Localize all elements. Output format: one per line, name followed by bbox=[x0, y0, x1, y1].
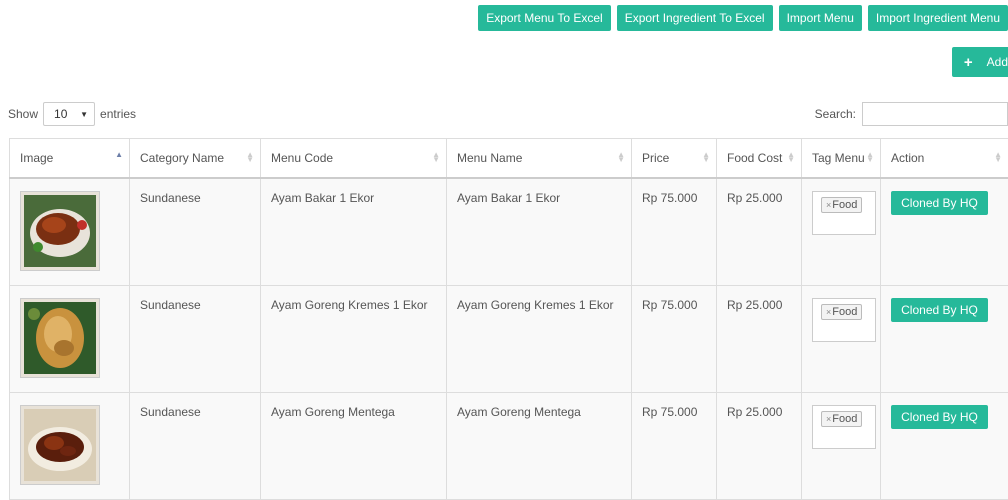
price-cell: Rp 75.000 bbox=[632, 178, 717, 286]
col-menu-code-label: Menu Code bbox=[271, 151, 333, 165]
tag-select[interactable]: ×Food bbox=[812, 405, 876, 449]
entries-value: 10 bbox=[54, 107, 67, 121]
table-row: Sundanese Ayam Goreng Kremes 1 Ekor Ayam… bbox=[10, 286, 1008, 393]
show-label: Show bbox=[8, 107, 38, 121]
col-action[interactable]: Action ▲▼ bbox=[881, 139, 1008, 179]
col-food-cost-label: Food Cost bbox=[727, 151, 782, 165]
table-row: Sundanese Ayam Bakar 1 Ekor Ayam Bakar 1… bbox=[10, 178, 1008, 286]
cloned-by-hq-button[interactable]: Cloned By HQ bbox=[891, 298, 988, 322]
table-row: Sundanese Ayam Goreng Mentega Ayam Goren… bbox=[10, 393, 1008, 500]
export-ingredient-button[interactable]: Export Ingredient To Excel bbox=[617, 5, 773, 31]
col-price[interactable]: Price ▲▼ bbox=[632, 139, 717, 179]
col-menu-code[interactable]: Menu Code ▲▼ bbox=[261, 139, 447, 179]
menu-code-cell: Ayam Goreng Kremes 1 Ekor bbox=[261, 286, 447, 393]
sort-icon: ▲▼ bbox=[994, 152, 1002, 162]
tag-select[interactable]: ×Food bbox=[812, 191, 876, 235]
entries-select[interactable]: 10 ▼ bbox=[43, 102, 95, 126]
table-controls: Show 10 ▼ entries Search: bbox=[8, 100, 1008, 128]
tag-label: Food bbox=[832, 306, 857, 318]
col-image[interactable]: Image ▲ bbox=[10, 139, 130, 179]
entries-label: entries bbox=[100, 107, 136, 121]
price-cell: Rp 75.000 bbox=[632, 286, 717, 393]
tag-select[interactable]: ×Food bbox=[812, 298, 876, 342]
search-input[interactable] bbox=[862, 102, 1008, 126]
food-cost-cell: Rp 25.000 bbox=[717, 286, 802, 393]
add-button[interactable]: + Add bbox=[952, 47, 1008, 77]
sort-icon: ▲▼ bbox=[866, 152, 874, 162]
tag-label: Food bbox=[832, 413, 857, 425]
import-ingredient-button[interactable]: Import Ingredient Menu bbox=[868, 5, 1008, 31]
sort-icon: ▲▼ bbox=[787, 152, 795, 162]
sort-icon: ▲▼ bbox=[246, 152, 254, 162]
category-cell: Sundanese bbox=[130, 286, 261, 393]
menu-image bbox=[20, 405, 100, 485]
col-category[interactable]: Category Name ▲▼ bbox=[130, 139, 261, 179]
tag-chip: ×Food bbox=[821, 411, 862, 427]
sort-asc-icon: ▲ bbox=[115, 152, 123, 157]
col-food-cost[interactable]: Food Cost ▲▼ bbox=[717, 139, 802, 179]
cloned-by-hq-button[interactable]: Cloned By HQ bbox=[891, 191, 988, 215]
menu-table: Image ▲ Category Name ▲▼ Menu Code ▲▼ Menu … bbox=[9, 138, 1008, 500]
tag-chip: ×Food bbox=[821, 197, 862, 213]
add-label: Add bbox=[987, 55, 1008, 69]
search-label: Search: bbox=[815, 107, 856, 121]
col-menu-name-label: Menu Name bbox=[457, 151, 522, 165]
col-image-label: Image bbox=[20, 151, 53, 165]
menu-code-cell: Ayam Goreng Mentega bbox=[261, 393, 447, 500]
menu-image bbox=[20, 191, 100, 271]
price-cell: Rp 75.000 bbox=[632, 393, 717, 500]
caret-down-icon: ▼ bbox=[80, 110, 88, 119]
col-action-label: Action bbox=[891, 151, 924, 165]
export-menu-button[interactable]: Export Menu To Excel bbox=[478, 5, 611, 31]
plus-icon: + bbox=[964, 54, 973, 71]
entries-length: Show 10 ▼ entries bbox=[8, 102, 136, 126]
cloned-by-hq-button[interactable]: Cloned By HQ bbox=[891, 405, 988, 429]
import-menu-button[interactable]: Import Menu bbox=[779, 5, 862, 31]
menu-code-cell: Ayam Bakar 1 Ekor bbox=[261, 178, 447, 286]
sort-icon: ▲▼ bbox=[702, 152, 710, 162]
header-row: Image ▲ Category Name ▲▼ Menu Code ▲▼ Menu … bbox=[10, 139, 1008, 179]
category-cell: Sundanese bbox=[130, 178, 261, 286]
menu-name-cell: Ayam Goreng Kremes 1 Ekor bbox=[447, 286, 632, 393]
tag-label: Food bbox=[832, 199, 857, 211]
col-menu-name[interactable]: Menu Name ▲▼ bbox=[447, 139, 632, 179]
toolbar: Export Menu To Excel Export Ingredient T… bbox=[478, 5, 1008, 31]
col-tag-menu-label: Tag Menu bbox=[812, 151, 865, 165]
remove-tag-icon[interactable]: × bbox=[826, 307, 831, 317]
tag-chip: ×Food bbox=[821, 304, 862, 320]
remove-tag-icon[interactable]: × bbox=[826, 200, 831, 210]
col-tag-menu[interactable]: Tag Menu▲▼ bbox=[802, 139, 881, 179]
food-cost-cell: Rp 25.000 bbox=[717, 393, 802, 500]
menu-image bbox=[20, 298, 100, 378]
sort-icon: ▲▼ bbox=[432, 152, 440, 162]
menu-name-cell: Ayam Bakar 1 Ekor bbox=[447, 178, 632, 286]
col-price-label: Price bbox=[642, 151, 669, 165]
sort-icon: ▲▼ bbox=[617, 152, 625, 162]
remove-tag-icon[interactable]: × bbox=[826, 414, 831, 424]
food-cost-cell: Rp 25.000 bbox=[717, 178, 802, 286]
search-area: Search: bbox=[815, 102, 1008, 126]
col-category-label: Category Name bbox=[140, 151, 224, 165]
menu-name-cell: Ayam Goreng Mentega bbox=[447, 393, 632, 500]
category-cell: Sundanese bbox=[130, 393, 261, 500]
